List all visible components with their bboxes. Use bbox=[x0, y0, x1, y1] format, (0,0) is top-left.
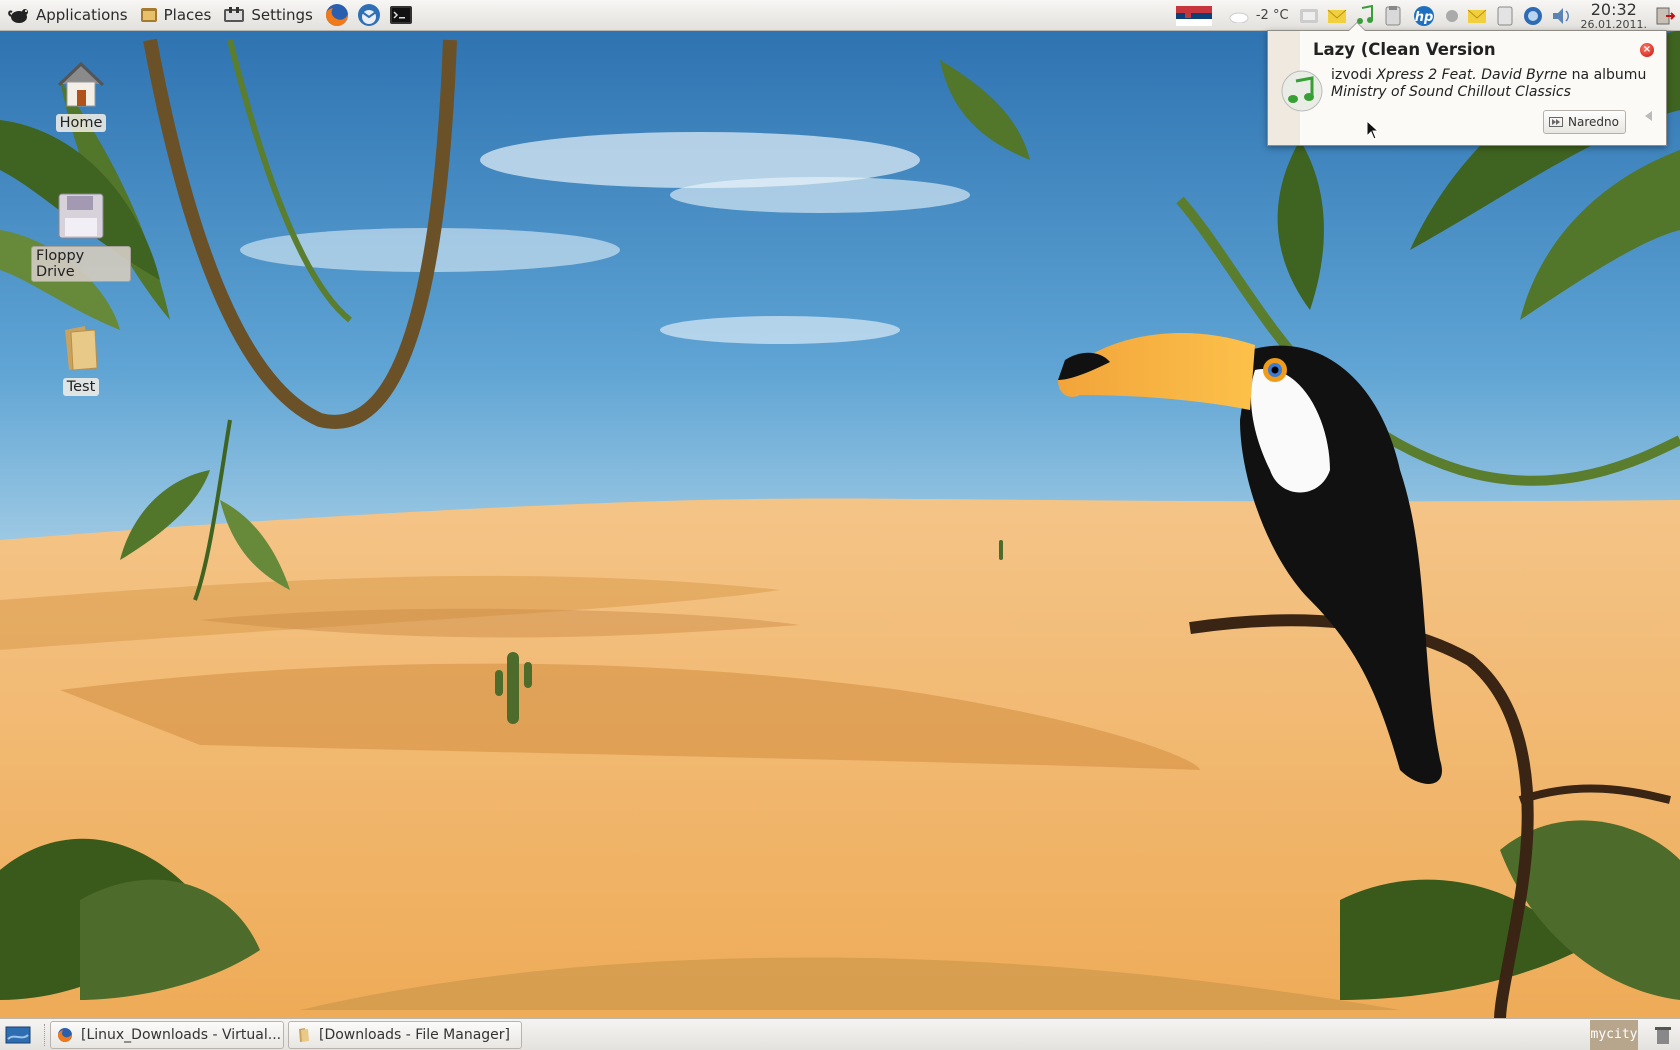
system-tray: -2 °C hp 20:32 26.01.2011. bbox=[1173, 0, 1680, 31]
svg-text:hp: hp bbox=[1414, 10, 1433, 25]
taskbar-item-label: [Linux_Downloads - Virtual... bbox=[81, 1026, 282, 1043]
notification-title: Lazy (Clean Version bbox=[1313, 40, 1496, 59]
terminal-icon[interactable] bbox=[388, 2, 414, 28]
panel-separator bbox=[44, 1023, 46, 1046]
top-panel: Applications Places Settings -2 °C hp 20… bbox=[0, 0, 1680, 31]
folder-icon bbox=[65, 326, 98, 371]
settings-menu[interactable]: Settings bbox=[219, 0, 321, 31]
places-menu[interactable]: Places bbox=[136, 0, 220, 31]
next-track-icon bbox=[1549, 117, 1564, 127]
serbian-flag-icon[interactable] bbox=[1175, 5, 1212, 26]
update-icon[interactable] bbox=[1522, 5, 1544, 27]
watermark-logo: mycity bbox=[1590, 1020, 1638, 1050]
now-playing-notification: Lazy (Clean Version × izvodi Xpress 2 Fe… bbox=[1267, 22, 1667, 146]
artist-name: Xpress 2 Feat. David Byrne bbox=[1376, 67, 1568, 83]
floppy-drive-icon bbox=[58, 193, 104, 239]
settings-label: Settings bbox=[251, 6, 313, 24]
speaker-icon bbox=[1645, 111, 1652, 121]
taskbar-item-label: [Downloads - File Manager] bbox=[319, 1026, 511, 1043]
clock-date: 26.01.2011. bbox=[1580, 17, 1647, 31]
hp-printer-icon[interactable]: hp bbox=[1410, 5, 1438, 27]
notification-pointer bbox=[1348, 22, 1366, 31]
notification-body: izvodi Xpress 2 Feat. David Byrne na alb… bbox=[1331, 67, 1656, 101]
logout-icon[interactable] bbox=[1654, 5, 1676, 27]
close-icon[interactable]: × bbox=[1640, 43, 1654, 57]
next-track-button[interactable]: Naredno bbox=[1543, 110, 1626, 134]
cloud-weather-icon bbox=[1229, 12, 1249, 23]
desktop-icon-test[interactable]: Test bbox=[31, 322, 131, 396]
applications-menu[interactable]: Applications bbox=[4, 0, 136, 31]
bottom-panel: [Linux_Downloads - Virtual... [Downloads… bbox=[0, 1018, 1680, 1050]
clock[interactable]: 20:32 26.01.2011. bbox=[1580, 0, 1647, 31]
home-icon bbox=[57, 61, 105, 107]
places-folder-icon bbox=[140, 8, 157, 22]
clipboard-manager-icon[interactable] bbox=[1494, 5, 1516, 27]
volume-icon[interactable] bbox=[1550, 5, 1572, 27]
mouse-pointer-icon bbox=[1366, 120, 1380, 140]
album-name: Ministry of Sound Chillout Classics bbox=[1331, 84, 1571, 100]
thunderbird-icon[interactable] bbox=[356, 2, 382, 28]
desktop-icon-floppy-drive[interactable]: Floppy Drive bbox=[31, 190, 131, 282]
places-label: Places bbox=[163, 6, 212, 24]
settings-icon bbox=[224, 7, 245, 22]
firefox-icon bbox=[58, 1027, 72, 1042]
show-desktop-icon[interactable] bbox=[4, 1023, 34, 1047]
folder-icon bbox=[299, 1027, 309, 1042]
clock-time: 20:32 bbox=[1590, 0, 1637, 19]
taskbar-item-firefox[interactable]: [Linux_Downloads - Virtual... bbox=[50, 1020, 284, 1049]
desktop-wallpaper bbox=[0, 0, 1680, 1050]
next-track-label: Naredno bbox=[1568, 115, 1619, 129]
applications-label: Applications bbox=[36, 6, 128, 24]
music-note-icon bbox=[1281, 70, 1323, 112]
desktop-icon-label: Test bbox=[62, 378, 100, 396]
firefox-icon[interactable] bbox=[324, 2, 350, 28]
notes-icon[interactable] bbox=[1466, 5, 1488, 27]
status-dot-icon[interactable] bbox=[1444, 5, 1460, 27]
weather-temperature[interactable]: -2 °C bbox=[1256, 8, 1289, 23]
desktop-icon-home[interactable]: Home bbox=[31, 58, 131, 132]
desktop-icon-label: Home bbox=[55, 114, 107, 132]
desktop-icon-label: Floppy Drive bbox=[31, 246, 131, 282]
trash-icon[interactable] bbox=[1652, 1024, 1674, 1046]
network-icon[interactable] bbox=[1298, 5, 1320, 27]
on-album-text: na albumu bbox=[1571, 67, 1647, 83]
performs-text: izvodi bbox=[1331, 67, 1372, 83]
xfce-mouse-icon bbox=[8, 9, 28, 23]
clipboard-icon[interactable] bbox=[1382, 5, 1404, 27]
mail-envelope-icon[interactable] bbox=[1326, 5, 1348, 27]
taskbar-item-file-manager[interactable]: [Downloads - File Manager] bbox=[288, 1020, 522, 1049]
